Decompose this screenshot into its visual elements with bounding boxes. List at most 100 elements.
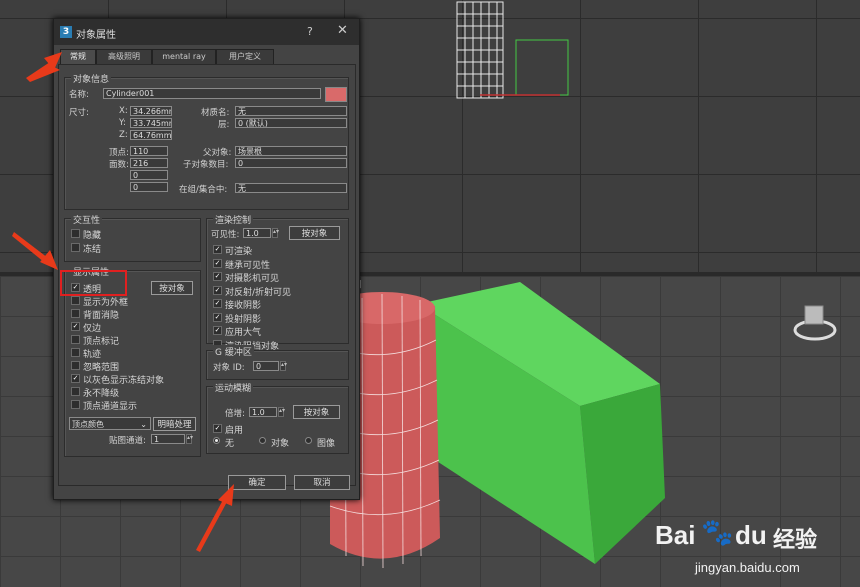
vertex-color-select[interactable]: 顶点颜色 ⌄ <box>69 417 151 430</box>
motion-blur-label: 运动模糊 <box>213 381 254 394</box>
render-item-label-2: 对摄影机可见 <box>225 274 280 284</box>
radio-object[interactable] <box>259 437 266 444</box>
display-item-label-3: 仅边 <box>83 324 102 334</box>
display-item-checkbox-5[interactable] <box>71 348 80 357</box>
render-item-checkbox-3[interactable]: ✓ <box>213 285 222 295</box>
object-id-label: 对象 ID: <box>213 363 245 373</box>
object-id-field[interactable]: 0 <box>253 361 279 371</box>
display-properties-group: 显示属性 按对象 ✓ 透明 显示为外框 背面消隐 ✓ 仅边 顶点标记 轨迹 忽略范围 ✓ 以灰色显示… <box>64 265 201 457</box>
watermark-brand-du: du <box>735 520 767 550</box>
close-button[interactable]: ✕ <box>337 23 348 38</box>
dialog-title: 对象属性 <box>76 30 116 41</box>
render-item-label-5: 投射阴影 <box>225 314 262 325</box>
display-item-checkbox-3[interactable]: ✓ <box>71 322 80 331</box>
display-item-label-9: 顶点通道显示 <box>83 402 138 412</box>
radio-none-label: 无 <box>225 439 235 449</box>
display-item-checkbox-4[interactable] <box>71 335 80 344</box>
z-label: Z: <box>119 130 128 140</box>
radio-none[interactable] <box>213 437 220 444</box>
render-item-label-6: 应用大气 <box>225 328 262 338</box>
material-label: 材质名: <box>201 108 230 118</box>
dimensions-label: 尺寸: <box>69 108 89 118</box>
freeze-label: 冻结 <box>83 245 102 255</box>
y-field: 33.745mm <box>130 118 172 128</box>
ok-button[interactable]: 确定 <box>228 475 286 490</box>
render-item-label-0: 可渲染 <box>225 247 253 257</box>
multiplier-label: 倍增: <box>225 409 245 419</box>
display-item-label-2: 背面消隐 <box>83 311 120 321</box>
render-by-object-button[interactable]: 按对象 <box>289 226 340 240</box>
object-color-swatch[interactable] <box>325 87 347 102</box>
multiplier-spinner[interactable]: ▴▾ <box>278 407 285 417</box>
hide-label: 隐藏 <box>83 231 102 241</box>
map-channel-label: 贴图通道: <box>109 436 146 446</box>
motion-by-object-button[interactable]: 按对象 <box>293 405 340 419</box>
baidu-watermark: Bai 🐾 du 经验 jingyan.baidu.com <box>655 518 855 584</box>
help-button[interactable]: ? <box>307 25 313 38</box>
render-item-checkbox-6[interactable]: ✓ <box>213 326 222 335</box>
object-id-spinner[interactable]: ▴▾ <box>280 361 287 371</box>
children-field: 0 <box>235 158 347 168</box>
visibility-label: 可见性: <box>211 230 240 240</box>
parent-field: 场景根 <box>235 146 347 156</box>
tab-general[interactable]: 常规 <box>60 49 96 65</box>
y-label: Y: <box>119 118 126 128</box>
multiplier-field[interactable]: 1.0 <box>249 407 277 417</box>
freeze-checkbox[interactable] <box>71 243 80 252</box>
interactivity-label: 交互性 <box>71 213 103 226</box>
enable-checkbox[interactable]: ✓ <box>213 424 222 433</box>
render-item-checkbox-1[interactable]: ✓ <box>213 258 222 268</box>
visibility-field[interactable]: 1.0 <box>243 228 271 238</box>
hide-checkbox[interactable] <box>71 229 80 238</box>
display-item-checkbox-8[interactable] <box>71 387 80 396</box>
chevron-down-icon: ⌄ <box>140 420 147 429</box>
object-properties-dialog: 3 对象属性 ? ✕ 常规 高级照明 mental ray 用户定义 对象信息 … <box>53 18 360 500</box>
gbuffer-group: G 缓冲区 对象 ID: 0 ▴▾ <box>206 345 349 380</box>
render-item-checkbox-4[interactable]: ✓ <box>213 299 222 308</box>
tab-advanced-lighting[interactable]: 高级照明 <box>96 49 152 65</box>
render-item-checkbox-5[interactable]: ✓ <box>213 312 222 322</box>
map-channel-spinner[interactable]: ▴▾ <box>186 434 193 444</box>
faces-label: 面数: <box>109 160 129 170</box>
group-in-label: 在组/集合中: <box>179 185 228 195</box>
dialog-titlebar[interactable]: 3 对象属性 ? ✕ <box>54 19 359 45</box>
render-item-checkbox-2[interactable]: ✓ <box>213 272 222 281</box>
display-item-label-1: 显示为外框 <box>83 298 129 308</box>
radio-image[interactable] <box>305 437 312 444</box>
tab-mental-ray[interactable]: mental ray <box>152 49 216 65</box>
shaded-button[interactable]: 明暗处理 <box>153 417 196 431</box>
render-control-label: 渲染控制 <box>213 213 254 226</box>
z-field: 64.76mm <box>130 130 172 140</box>
extra-field-2: 0 <box>130 182 168 192</box>
display-item-checkbox-2[interactable] <box>71 309 80 318</box>
display-item-checkbox-6[interactable] <box>71 361 80 370</box>
name-field[interactable]: Cylinder001 <box>103 88 321 99</box>
vertex-color-value: 顶点颜色 <box>72 420 104 429</box>
render-item-checkbox-0[interactable]: ✓ <box>213 245 222 254</box>
layer-field: 0 (默认) <box>235 118 347 128</box>
watermark-url: jingyan.baidu.com <box>695 560 800 575</box>
x-field: 34.266mm <box>130 106 172 116</box>
extra-field-1: 0 <box>130 170 168 180</box>
display-item-checkbox-7[interactable]: ✓ <box>71 374 80 383</box>
cancel-button[interactable]: 取消 <box>294 475 350 490</box>
radio-object-label: 对象 <box>271 439 290 449</box>
name-label: 名称: <box>69 90 89 100</box>
green-box-front <box>580 384 665 564</box>
display-item-checkbox-1[interactable] <box>71 296 80 305</box>
display-item-label-5: 轨迹 <box>83 350 102 360</box>
object-info-label: 对象信息 <box>71 72 112 85</box>
x-label: X: <box>119 106 128 116</box>
visibility-spinner[interactable]: ▴▾ <box>272 228 279 238</box>
display-item-checkbox-9[interactable] <box>71 400 80 409</box>
render-item-label-3: 对反射/折射可见 <box>225 287 292 298</box>
map-channel-field[interactable]: 1 <box>151 434 185 444</box>
render-item-label-1: 继承可见性 <box>225 260 271 271</box>
layer-label: 层: <box>218 120 230 130</box>
display-item-label-4: 顶点标记 <box>83 337 120 347</box>
vertices-field: 110 <box>130 146 168 156</box>
display-by-object-button[interactable]: 按对象 <box>151 281 193 295</box>
tab-user-defined[interactable]: 用户定义 <box>216 49 274 65</box>
radio-image-label: 图像 <box>317 439 336 449</box>
gbuffer-label: G 缓冲区 <box>213 345 254 358</box>
